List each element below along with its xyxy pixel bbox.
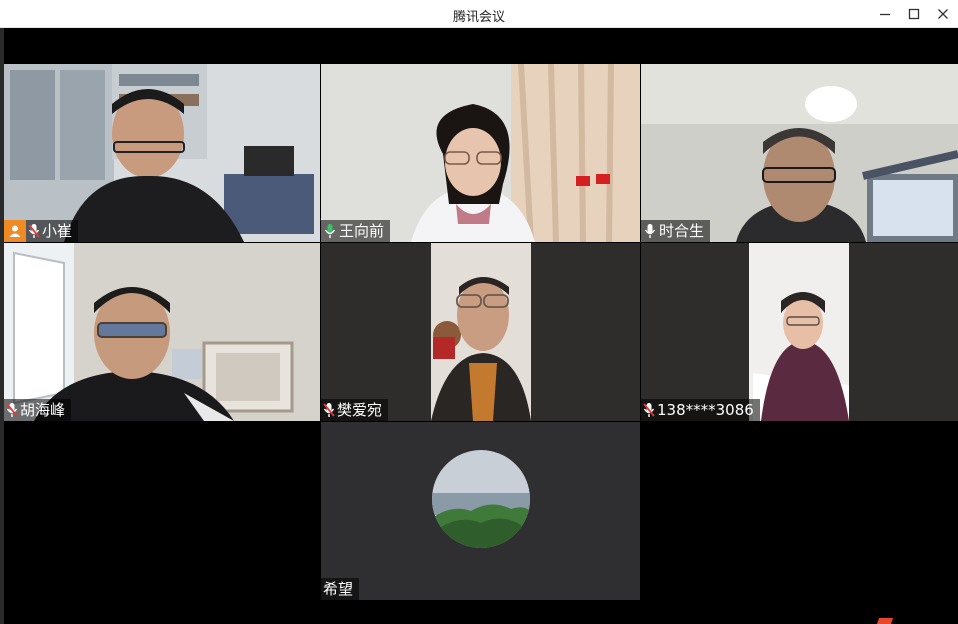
maximize-button[interactable] <box>898 0 930 28</box>
participant-tile[interactable]: 希望 <box>321 422 640 600</box>
participant-tile[interactable]: 时合生 <box>641 64 958 242</box>
mic-muted-icon <box>641 399 657 421</box>
video-feed <box>321 64 640 242</box>
participant-tile[interactable]: 胡海峰 <box>4 243 320 421</box>
avatar <box>432 450 530 548</box>
participant-namebar: 樊爱宛 <box>321 399 389 421</box>
mic-muted-icon <box>26 220 42 242</box>
participant-namebar: 时合生 <box>641 220 711 242</box>
minimize-button[interactable] <box>869 0 901 28</box>
participant-tile-active[interactable]: 王向前 <box>321 64 640 242</box>
participant-tile[interactable]: 138****3086 <box>641 243 958 421</box>
participant-tile[interactable]: 小崔 <box>4 64 320 242</box>
participant-namebar: 138****3086 <box>641 399 760 421</box>
window-title: 腾讯会议 <box>452 10 505 25</box>
close-icon <box>938 9 948 19</box>
maximize-icon <box>908 8 920 20</box>
close-button[interactable] <box>927 0 958 28</box>
participant-name: 希望 <box>323 580 354 598</box>
user-icon <box>9 225 21 237</box>
participant-name: 王向前 <box>339 222 385 240</box>
video-feed <box>4 64 320 242</box>
mic-muted-icon <box>321 399 337 421</box>
video-feed <box>321 243 640 421</box>
video-feed <box>641 243 958 421</box>
participant-name: 时合生 <box>659 222 705 240</box>
video-feed <box>641 64 958 242</box>
minimize-icon <box>880 13 890 16</box>
participant-namebar: 希望 <box>321 578 360 600</box>
participant-namebar: 王向前 <box>321 220 391 242</box>
participant-name: 樊爱宛 <box>337 401 383 419</box>
title-bar: 腾讯会议 <box>0 0 958 28</box>
edge-marker <box>876 618 894 624</box>
participant-name: 小崔 <box>42 222 73 240</box>
participant-namebar: 小崔 <box>4 220 79 242</box>
participant-name: 胡海峰 <box>20 401 66 419</box>
mic-speaking-icon <box>321 220 339 242</box>
mic-icon <box>641 220 659 242</box>
mic-muted-icon <box>4 399 20 421</box>
participant-tile[interactable]: 樊爱宛 <box>321 243 640 421</box>
video-feed <box>4 243 320 421</box>
host-badge <box>4 220 26 242</box>
participant-namebar: 胡海峰 <box>4 399 72 421</box>
participant-name: 138****3086 <box>657 401 754 419</box>
